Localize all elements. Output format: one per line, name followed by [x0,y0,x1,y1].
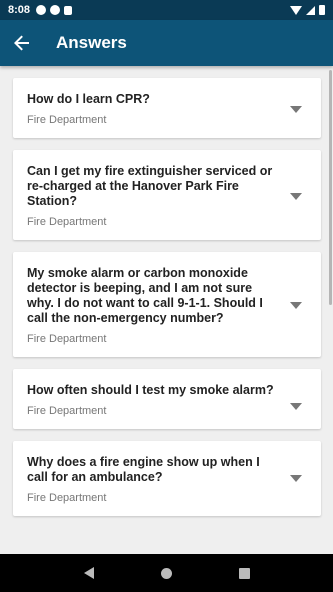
nav-recents-icon[interactable] [238,567,250,579]
arrow-left-icon [14,35,29,51]
battery-icon [319,5,325,15]
faq-list: How do I learn CPR? Fire Department Can … [0,66,333,554]
faq-department: Fire Department [27,216,107,228]
wifi-icon [290,5,302,15]
status-time: 8:08 [8,4,31,16]
nav-home-icon[interactable] [160,567,172,579]
notification-icons [36,5,73,15]
faq-card[interactable]: How do I learn CPR? Fire Department [13,78,321,138]
nav-back-icon[interactable] [83,567,94,579]
expand-chevron-icon[interactable] [290,302,302,309]
faq-question: Can I get my fire extinguisher serviced … [27,164,273,208]
back-button[interactable] [0,20,44,66]
notification-app-icon-2 [50,5,61,15]
status-right [290,5,325,15]
app-bar: Answers [0,20,333,66]
faq-department: Fire Department [27,405,107,417]
faq-department: Fire Department [27,492,107,504]
faq-department: Fire Department [27,333,107,345]
faq-card[interactable]: Can I get my fire extinguisher serviced … [13,150,321,240]
expand-chevron-icon[interactable] [290,193,302,200]
faq-card[interactable]: Why does a fire engine show up when I ca… [13,441,321,516]
faq-card[interactable]: How often should I test my smoke alarm? … [13,369,321,429]
faq-question: My smoke alarm or carbon monoxide detect… [27,266,263,325]
expand-chevron-icon[interactable] [290,475,302,482]
faq-department: Fire Department [27,114,107,126]
faq-question: How do I learn CPR? [27,92,150,106]
faq-card[interactable]: My smoke alarm or carbon monoxide detect… [13,252,321,357]
system-nav-bar [0,554,333,592]
faq-question: Why does a fire engine show up when I ca… [27,455,260,484]
signal-icon [306,5,315,15]
faq-question: How often should I test my smoke alarm? [27,383,274,397]
expand-chevron-icon[interactable] [290,106,302,113]
status-bar: 8:08 [0,0,333,20]
status-left: 8:08 [8,4,73,16]
expand-chevron-icon[interactable] [290,403,302,410]
notification-app-icon [36,5,47,15]
page-title: Answers [56,33,127,52]
sd-card-icon [64,5,73,15]
scrollbar[interactable] [329,70,332,305]
